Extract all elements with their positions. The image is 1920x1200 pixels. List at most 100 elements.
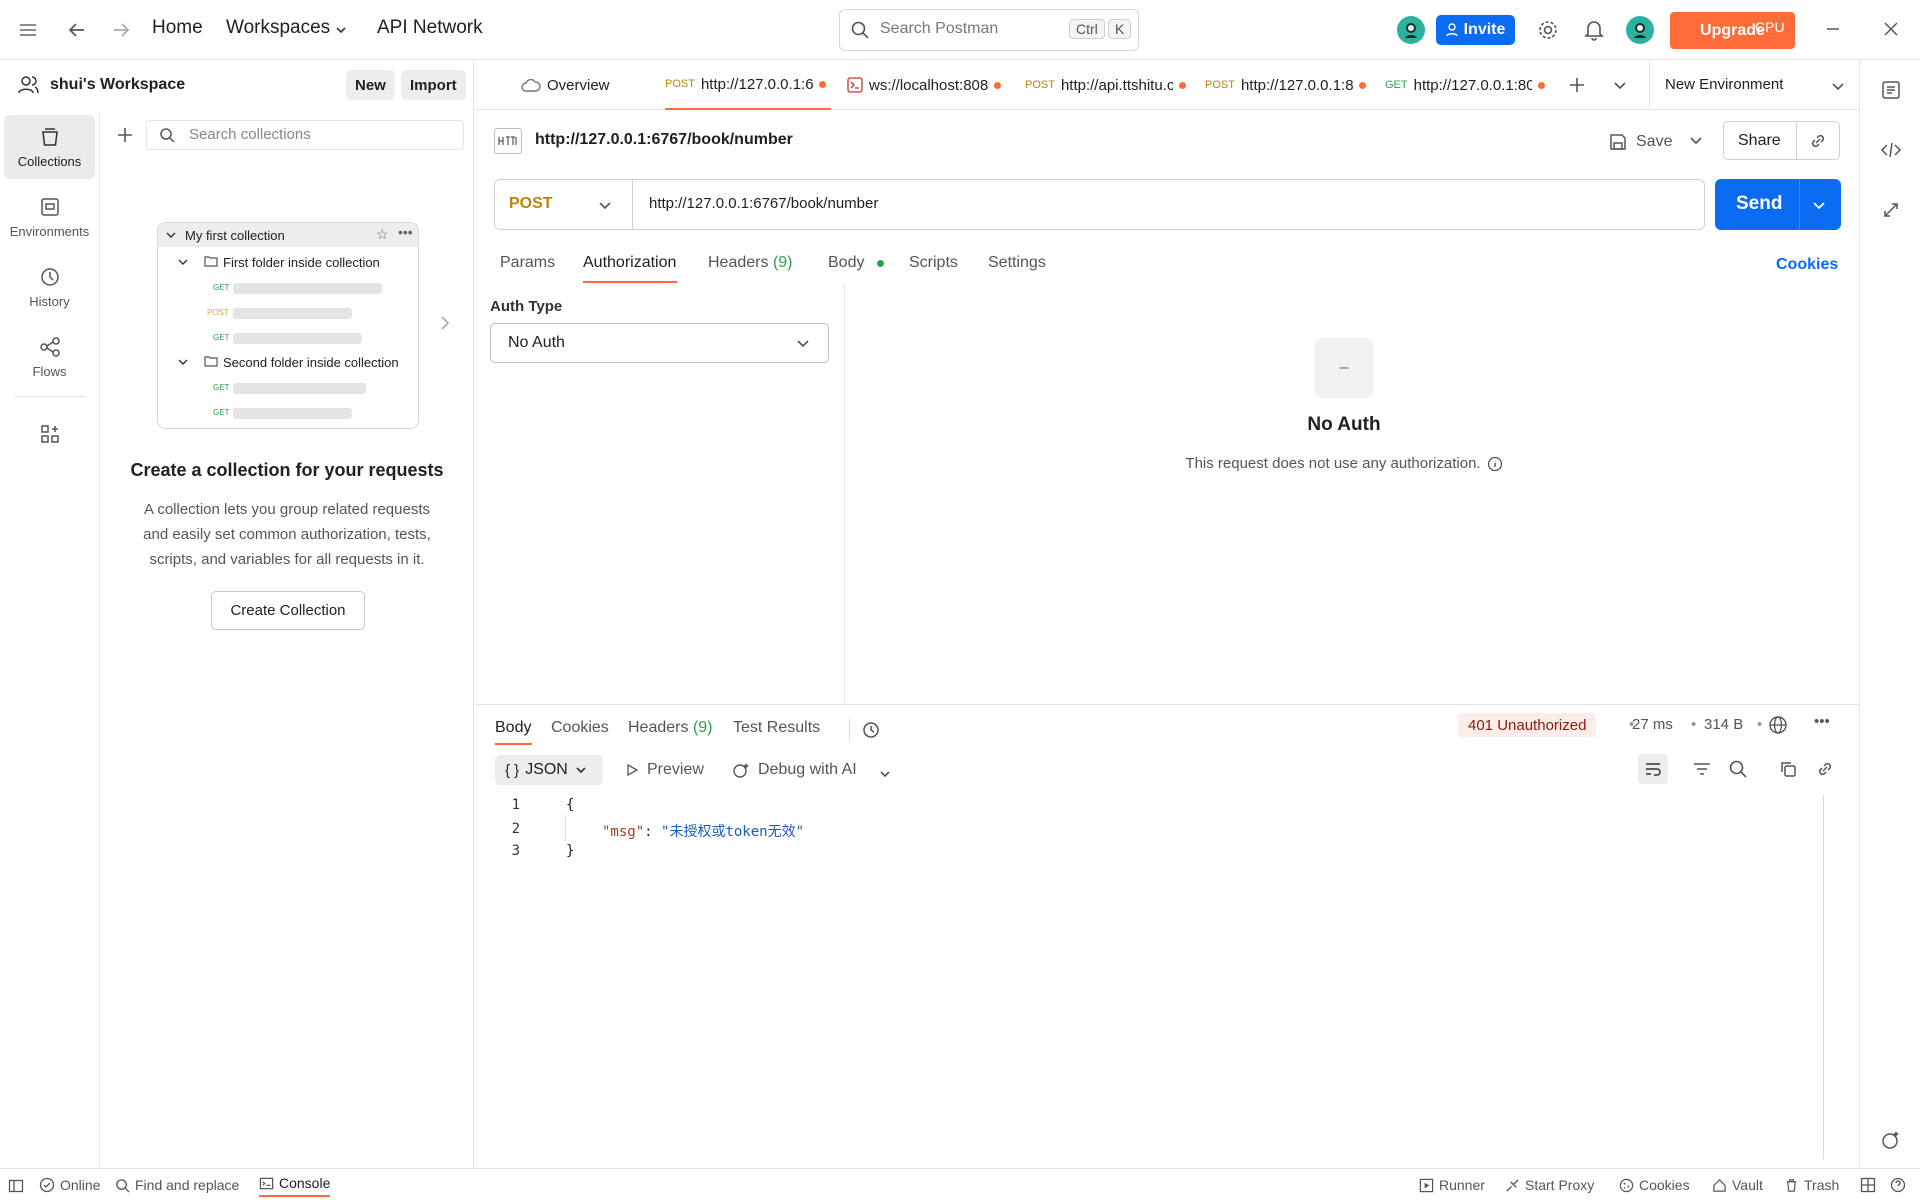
tab-request[interactable]: POST http://127.0.0.1:80 bbox=[1205, 60, 1375, 110]
runner-button[interactable]: Runner bbox=[1419, 1177, 1485, 1193]
online-status[interactable]: Online bbox=[39, 1177, 100, 1193]
tab-request[interactable]: POST http://api.ttshitu.c bbox=[1025, 60, 1197, 110]
response-size[interactable]: 314 B bbox=[1704, 716, 1743, 733]
response-tab-cookies[interactable]: Cookies bbox=[551, 719, 609, 737]
minimize-icon[interactable] bbox=[1824, 20, 1842, 38]
tab-label: http://127.0.0.1:808 bbox=[1413, 76, 1532, 94]
response-time[interactable]: 27 ms bbox=[1632, 716, 1673, 733]
link-icon[interactable] bbox=[1815, 759, 1835, 779]
plus-icon[interactable] bbox=[115, 125, 135, 145]
wrap-lines-icon[interactable] bbox=[1638, 754, 1668, 784]
vault-button[interactable]: Vault bbox=[1712, 1177, 1763, 1193]
trash-button[interactable]: Trash bbox=[1784, 1177, 1839, 1193]
tab-settings[interactable]: Settings bbox=[988, 254, 1046, 272]
copy-icon[interactable] bbox=[1778, 759, 1798, 779]
sidebar-item-collections[interactable]: Collections bbox=[4, 115, 95, 179]
related-collections-icon[interactable] bbox=[1880, 199, 1902, 221]
new-tab-plus-icon[interactable] bbox=[1567, 75, 1587, 95]
save-button[interactable]: Save bbox=[1608, 127, 1672, 157]
close-icon[interactable] bbox=[1882, 20, 1900, 38]
tab-scripts[interactable]: Scripts bbox=[909, 254, 958, 272]
filter-icon[interactable] bbox=[1692, 759, 1712, 779]
chevron-down-icon[interactable] bbox=[334, 23, 348, 37]
tab-request-active[interactable]: POST http://127.0.0.1:67 bbox=[665, 60, 831, 110]
search-icon[interactable] bbox=[1728, 759, 1748, 779]
code-icon[interactable] bbox=[1880, 139, 1902, 161]
response-tab-tests[interactable]: Test Results bbox=[733, 719, 820, 737]
invite-button[interactable]: Invite bbox=[1436, 15, 1515, 45]
sidebar-item-flows[interactable]: Flows bbox=[4, 325, 95, 389]
cookies-button[interactable]: Cookies bbox=[1619, 1177, 1690, 1193]
tab-request[interactable]: GET http://127.0.0.1:808 bbox=[1385, 60, 1555, 110]
back-arrow-icon[interactable] bbox=[66, 19, 88, 41]
code-brace-open: { bbox=[566, 797, 575, 813]
console-icon bbox=[259, 1176, 274, 1191]
chevron-down-icon bbox=[177, 256, 189, 268]
tab-headers[interactable]: Headers (9) bbox=[708, 254, 793, 272]
response-tab-headers[interactable]: Headers (9) bbox=[628, 719, 713, 737]
chevron-down-icon[interactable] bbox=[878, 767, 892, 781]
tab-params[interactable]: Params bbox=[500, 254, 555, 272]
menu-icon[interactable] bbox=[18, 20, 38, 40]
collection-search-input[interactable]: Search collections bbox=[146, 120, 464, 150]
tab-body[interactable]: Body bbox=[828, 254, 884, 272]
status-badge[interactable]: 401 Unauthorized bbox=[1458, 713, 1597, 737]
bell-icon[interactable] bbox=[1584, 19, 1604, 41]
help-icon[interactable] bbox=[1890, 1177, 1906, 1193]
cookies-link[interactable]: Cookies bbox=[1776, 256, 1838, 274]
tabs-menu-chevron-icon[interactable] bbox=[1612, 77, 1628, 93]
configure-sidebar-icon[interactable] bbox=[39, 423, 61, 445]
tab-overview[interactable]: Overview bbox=[521, 60, 646, 110]
layout-icon[interactable] bbox=[1860, 1177, 1876, 1193]
save-options-chevron-icon[interactable] bbox=[1688, 132, 1704, 148]
sidebar-item-label: Flows bbox=[32, 363, 67, 379]
workspace-name[interactable]: shui's Workspace bbox=[50, 76, 185, 94]
nav-home[interactable]: Home bbox=[152, 17, 203, 39]
illustration-folder-1: First folder inside collection bbox=[223, 255, 380, 270]
preview-button[interactable]: Preview bbox=[625, 761, 704, 779]
gear-icon[interactable] bbox=[1537, 19, 1559, 41]
forward-arrow-icon[interactable] bbox=[110, 19, 132, 41]
console-toggle[interactable]: Console bbox=[259, 1175, 331, 1197]
info-icon[interactable] bbox=[1487, 456, 1503, 472]
documentation-icon[interactable] bbox=[1880, 79, 1902, 101]
find-and-replace[interactable]: Find and replace bbox=[115, 1177, 239, 1193]
debug-with-ai-button[interactable]: Debug with AI bbox=[732, 761, 857, 779]
empty-state-line: and easily set common authorization, tes… bbox=[143, 526, 431, 543]
nav-api-network[interactable]: API Network bbox=[377, 17, 483, 39]
tab-authorization[interactable]: Authorization bbox=[583, 254, 676, 272]
environment-selector[interactable]: New Environment bbox=[1649, 60, 1859, 110]
method-select[interactable]: POST bbox=[495, 180, 633, 229]
globe-icon[interactable] bbox=[1768, 715, 1788, 735]
format-select[interactable]: { } JSON bbox=[495, 755, 603, 785]
separator-dot: • bbox=[1691, 716, 1697, 733]
avatar[interactable] bbox=[1397, 16, 1425, 44]
response-tab-body[interactable]: Body bbox=[495, 719, 531, 737]
scrollbar-track[interactable] bbox=[1823, 795, 1824, 1159]
url-input[interactable]: http://127.0.0.1:6767/book/number bbox=[649, 195, 878, 212]
send-button[interactable]: Send bbox=[1736, 193, 1782, 215]
more-options-icon[interactable]: ••• bbox=[1814, 713, 1830, 730]
request-title[interactable]: http://127.0.0.1:6767/book/number bbox=[535, 131, 793, 149]
start-proxy-button[interactable]: Start Proxy bbox=[1505, 1177, 1594, 1193]
more-icon: ••• bbox=[398, 224, 413, 240]
create-collection-button[interactable]: Create Collection bbox=[211, 591, 365, 630]
send-options-chevron-icon[interactable] bbox=[1811, 197, 1827, 213]
nav-workspaces[interactable]: Workspaces bbox=[226, 17, 330, 39]
toggle-sidebar-icon[interactable] bbox=[8, 1178, 24, 1194]
sidebar-item-environments[interactable]: Environments bbox=[4, 185, 95, 249]
import-button[interactable]: Import bbox=[401, 70, 466, 100]
auth-type-select[interactable]: No Auth bbox=[490, 323, 829, 363]
profile-avatar[interactable] bbox=[1626, 16, 1654, 44]
link-icon[interactable] bbox=[1808, 131, 1828, 151]
sidebar-item-history[interactable]: History bbox=[4, 255, 95, 319]
vault-icon bbox=[1712, 1178, 1727, 1193]
global-search[interactable]: Search Postman Ctrl K bbox=[839, 9, 1139, 51]
user-icon bbox=[18, 74, 40, 96]
share-button[interactable]: Share bbox=[1738, 132, 1781, 150]
ai-assistant-icon[interactable] bbox=[1880, 1129, 1902, 1151]
tab-method: POST bbox=[1205, 79, 1235, 91]
history-icon[interactable] bbox=[861, 720, 881, 740]
new-button[interactable]: New bbox=[346, 70, 395, 100]
tab-websocket[interactable]: ws://localhost:808 bbox=[847, 60, 1017, 110]
